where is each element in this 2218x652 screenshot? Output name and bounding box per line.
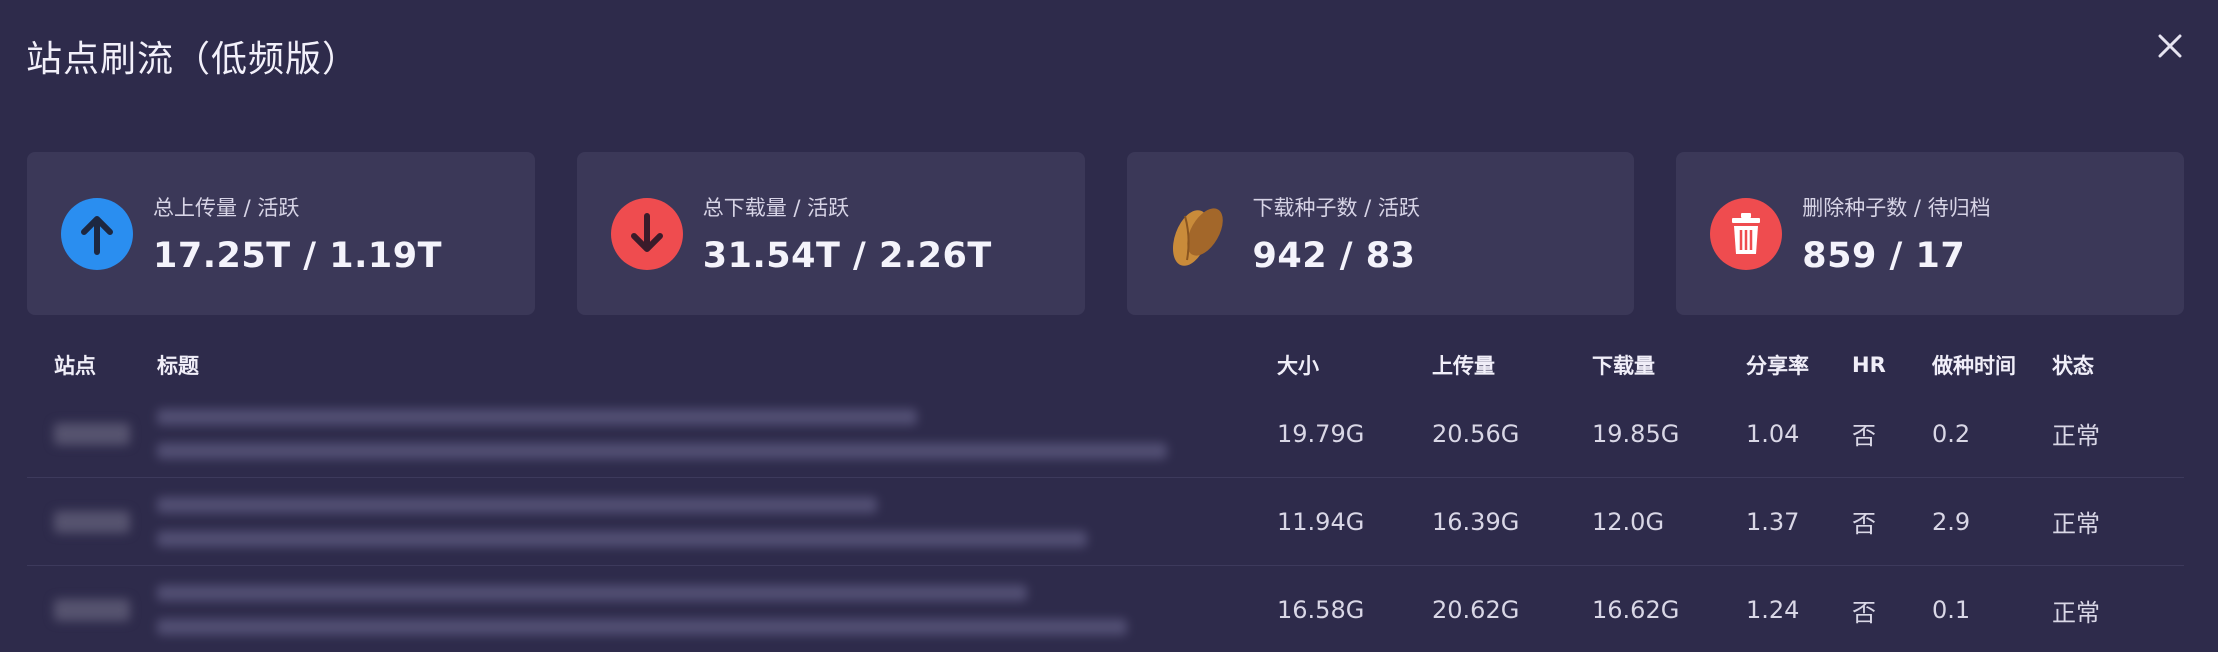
redacted-site-name xyxy=(54,422,130,445)
redacted-title-line xyxy=(157,496,877,513)
redacted-site-name xyxy=(54,510,130,533)
site-cell-redacted xyxy=(27,510,157,533)
seed-time-cell: 2.9 xyxy=(1932,507,1971,536)
upload-cell: 20.62G xyxy=(1432,596,1520,624)
download-cell: 12.0G xyxy=(1592,507,1665,536)
header-hr[interactable]: HR xyxy=(1852,353,1932,377)
download-stat-card: 总下载量 / 活跃 31.54T / 2.26T xyxy=(576,152,1085,315)
seed-icon xyxy=(1172,207,1223,266)
hr-cell: 否 xyxy=(1852,422,1876,450)
header-title[interactable]: 标题 xyxy=(157,350,1277,380)
stats-cards: 总上传量 / 活跃 17.25T / 1.19T 总下载量 / 活跃 31.54… xyxy=(27,152,2184,315)
upload-stat-label: 总上传量 / 活跃 xyxy=(153,195,300,220)
torrent-table: 站点 标题 大小 上传量 下载量 分享率 HR 做种时间 状态 19.79G 2… xyxy=(27,340,2184,652)
header-size[interactable]: 大小 xyxy=(1277,350,1432,380)
redacted-site-name xyxy=(54,599,130,621)
header-ratio[interactable]: 分享率 xyxy=(1746,350,1852,380)
title-cell-redacted xyxy=(157,585,1277,635)
deleted-stat-value: 859 / 17 xyxy=(1802,235,1966,276)
redacted-subtitle-line xyxy=(157,442,1167,459)
table-row[interactable]: 19.79G 20.56G 19.85G 1.04 否 0.2 正常 xyxy=(27,390,2184,478)
dialog-title: 站点刷流（低频版） xyxy=(26,39,360,80)
status-cell: 正常 xyxy=(2052,422,2100,450)
hr-cell: 否 xyxy=(1852,510,1876,538)
header-download[interactable]: 下载量 xyxy=(1592,350,1746,380)
seed-time-cell: 0.2 xyxy=(1932,419,1971,448)
upload-cell: 20.56G xyxy=(1432,419,1520,448)
table-header: 站点 标题 大小 上传量 下载量 分享率 HR 做种时间 状态 xyxy=(27,340,2184,390)
site-cell-redacted xyxy=(27,599,157,621)
deleted-stat-card: 删除种子数 / 待归档 859 / 17 xyxy=(1676,152,2184,315)
title-cell-redacted xyxy=(157,408,1277,459)
ratio-cell: 1.37 xyxy=(1746,507,1800,536)
ratio-cell: 1.24 xyxy=(1746,596,1800,624)
brush-dialog: 站点刷流（低频版） 总上传量 / 活跃 17.25T / 1.19T 总下载量 … xyxy=(0,0,2218,652)
close-icon[interactable] xyxy=(2150,26,2190,66)
redacted-title-line xyxy=(157,408,917,425)
download-cell: 19.85G xyxy=(1592,419,1680,448)
download-cell: 16.62G xyxy=(1592,596,1680,624)
hr-cell: 否 xyxy=(1852,598,1876,627)
size-cell: 19.79G xyxy=(1277,419,1365,448)
size-cell: 16.58G xyxy=(1277,596,1365,624)
upload-arrow-icon xyxy=(61,197,133,270)
redacted-title-line xyxy=(157,585,1027,601)
header-status[interactable]: 状态 xyxy=(2052,350,2152,380)
site-cell-redacted xyxy=(27,422,157,445)
download-arrow-icon xyxy=(610,197,683,270)
trash-icon xyxy=(1710,197,1783,270)
size-cell: 11.94G xyxy=(1277,507,1365,536)
header-upload[interactable]: 上传量 xyxy=(1432,350,1592,380)
header-seed-time[interactable]: 做种时间 xyxy=(1932,350,2052,380)
deleted-stat-label: 删除种子数 / 待归档 xyxy=(1802,195,1991,220)
seeds-stat-value: 942 / 83 xyxy=(1252,235,1416,276)
table-row[interactable]: 16.58G 20.62G 16.62G 1.24 否 0.1 正常 xyxy=(27,566,2184,652)
redacted-subtitle-line xyxy=(157,530,1087,547)
title-cell-redacted xyxy=(157,496,1277,547)
upload-stat-value: 17.25T / 1.19T xyxy=(153,235,442,276)
seed-time-cell: 0.1 xyxy=(1932,596,1971,624)
ratio-cell: 1.04 xyxy=(1746,419,1800,448)
upload-cell: 16.39G xyxy=(1432,507,1520,536)
download-stat-label: 总下载量 / 活跃 xyxy=(702,195,850,220)
upload-stat-card: 总上传量 / 活跃 17.25T / 1.19T xyxy=(27,152,535,315)
download-stat-value: 31.54T / 2.26T xyxy=(702,235,992,276)
header-site[interactable]: 站点 xyxy=(27,350,157,380)
seeds-stat-card: 下载种子数 / 活跃 942 / 83 xyxy=(1126,152,1635,315)
table-row[interactable]: 11.94G 16.39G 12.0G 1.37 否 2.9 正常 xyxy=(27,478,2184,566)
redacted-subtitle-line xyxy=(157,619,1127,635)
status-cell: 正常 xyxy=(2052,598,2100,627)
status-cell: 正常 xyxy=(2052,510,2100,538)
seeds-stat-label: 下载种子数 / 活跃 xyxy=(1252,195,1420,220)
